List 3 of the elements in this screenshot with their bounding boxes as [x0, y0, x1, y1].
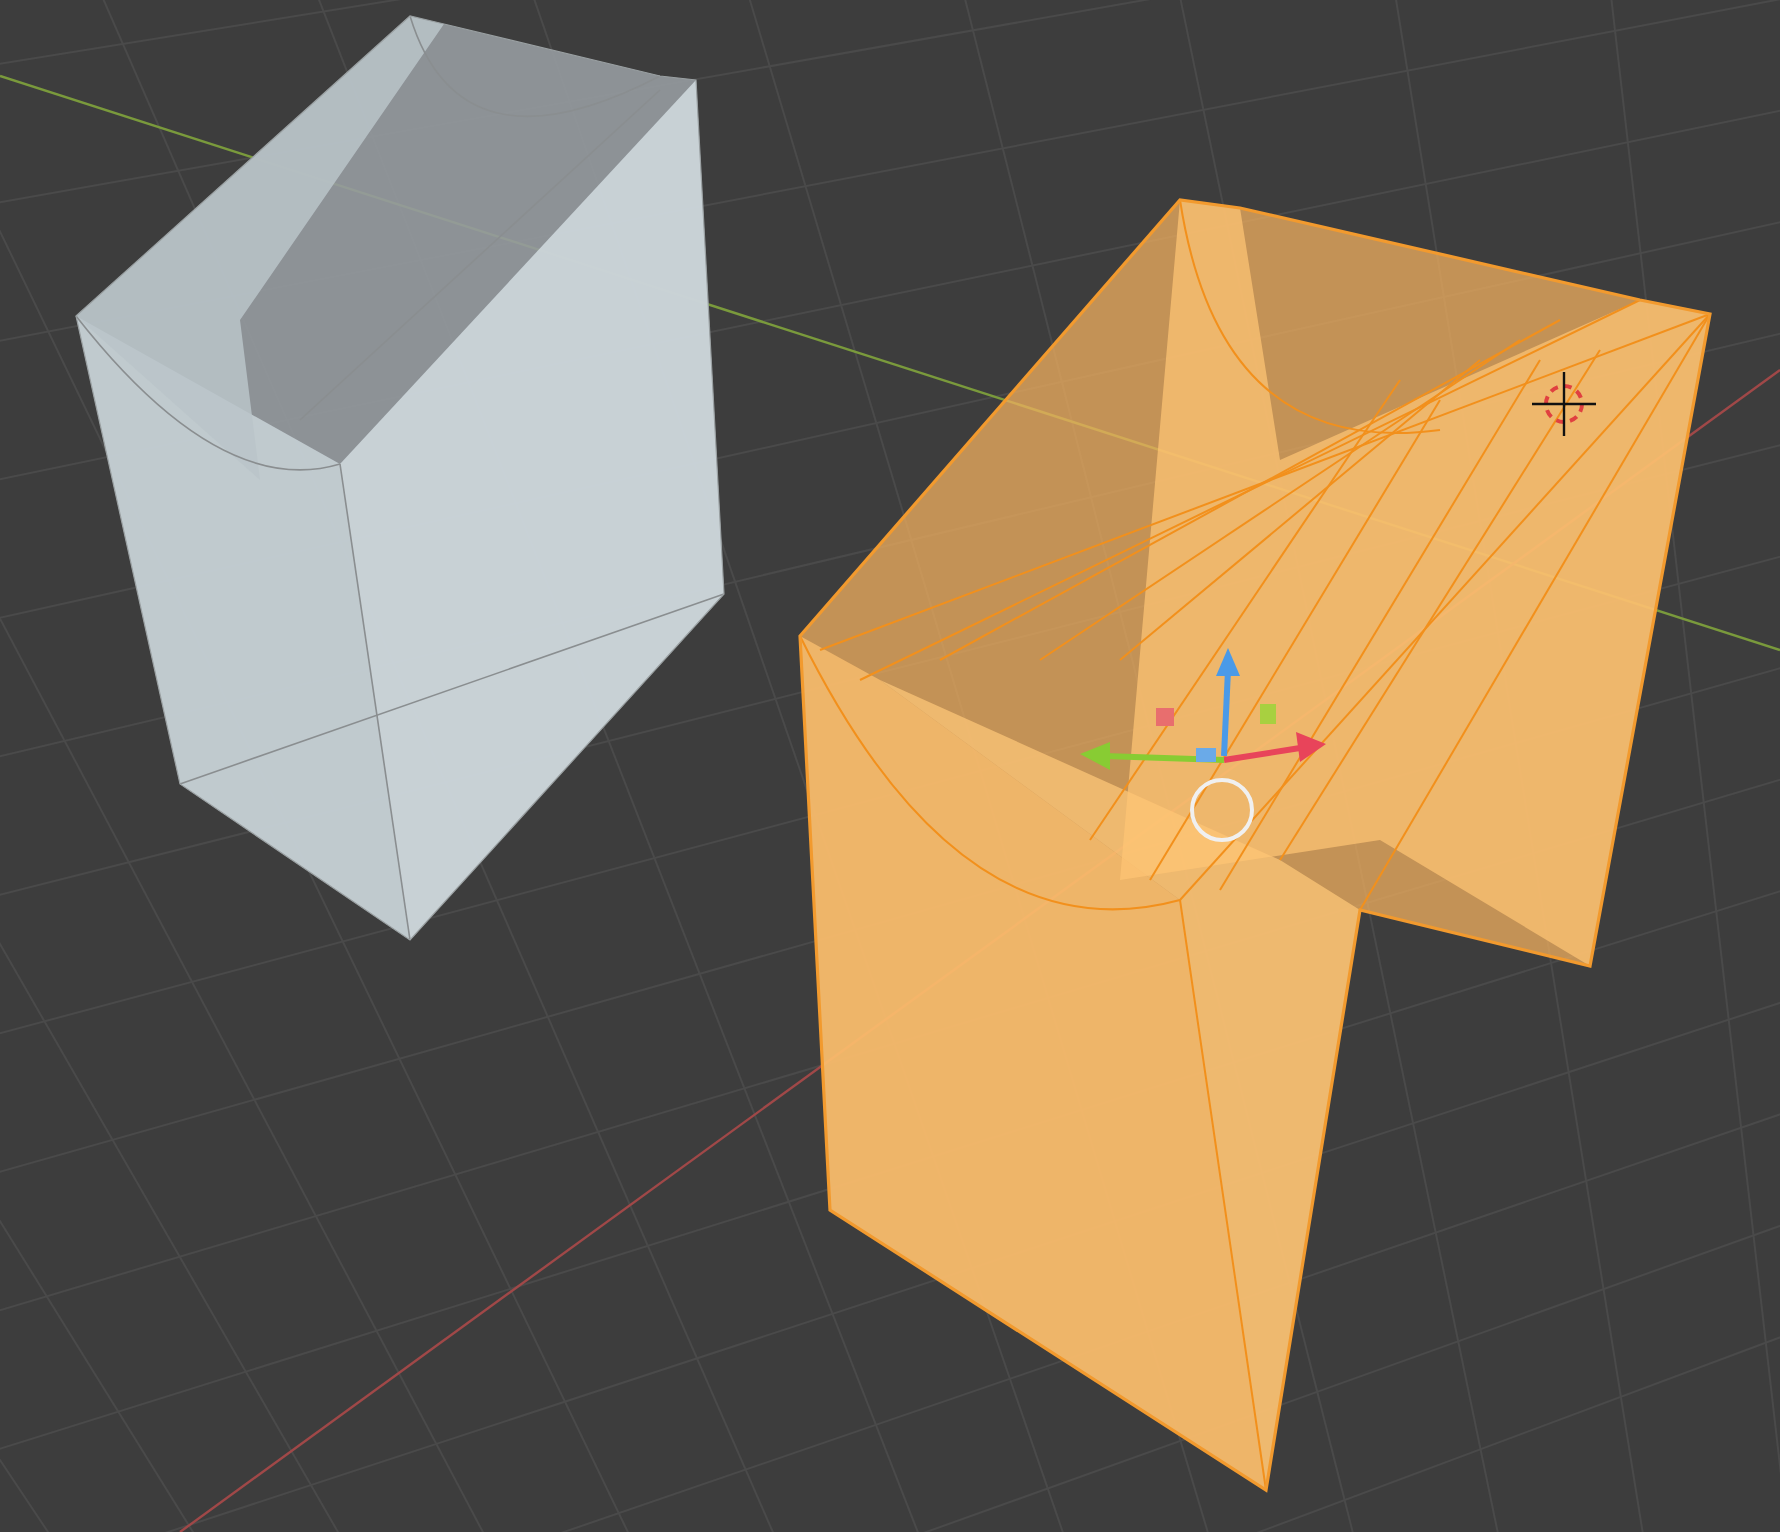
crosshair-icon	[1532, 372, 1596, 436]
mesh-object[interactable]	[75, 15, 725, 941]
mesh-object[interactable]	[798, 198, 1712, 1493]
